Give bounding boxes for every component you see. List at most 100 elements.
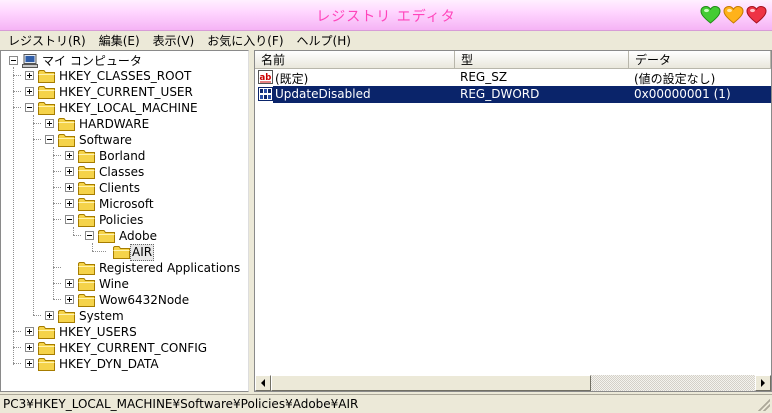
tree-label: Borland: [99, 148, 146, 163]
column-header-type[interactable]: 型: [455, 51, 629, 69]
computer-icon: [22, 54, 38, 68]
window-title: レジストリ エディタ: [316, 9, 456, 25]
expand-toggle[interactable]: [65, 167, 74, 176]
menu-bar: レジストリ(R) 編集(E) 表示(V) お気に入り(F) ヘルプ(H): [0, 31, 772, 50]
tree-item-classes[interactable]: Classes: [1, 164, 145, 180]
tree-label: HKEY_USERS: [59, 324, 137, 339]
folder-icon: [78, 262, 95, 275]
expand-toggle[interactable]: [65, 295, 74, 304]
scroll-left-button[interactable]: [255, 375, 271, 391]
horizontal-scrollbar[interactable]: [255, 375, 771, 391]
tree-item-hkey-users[interactable]: HKEY_USERS: [1, 324, 138, 340]
tree-label: HKEY_CURRENT_USER: [59, 84, 193, 99]
menu-help[interactable]: ヘルプ(H): [293, 32, 355, 49]
expand-toggle[interactable]: [65, 279, 74, 288]
folder-icon: [78, 198, 95, 211]
tree-label: Registered Applications: [99, 260, 241, 275]
tree-item-clients[interactable]: Clients: [1, 180, 141, 196]
tree-label: Wine: [99, 276, 129, 291]
expand-toggle[interactable]: [25, 343, 34, 352]
tree-label: Clients: [99, 180, 140, 195]
close-heart-icon[interactable]: [746, 5, 767, 25]
tree-item-software[interactable]: Software: [1, 132, 133, 148]
scroll-right-button[interactable]: [755, 375, 771, 391]
folder-icon: [58, 310, 75, 323]
binary-value-icon: [258, 87, 273, 101]
tree-label: Microsoft: [99, 196, 154, 211]
open-folder-icon: [98, 230, 115, 243]
string-value-icon: ab: [258, 70, 273, 84]
collapse-toggle[interactable]: [9, 56, 18, 65]
expand-toggle[interactable]: [45, 119, 54, 128]
key-tree[interactable]: マイ コンピュータ HKEY_CLASSES_ROOT HKEY_CURRENT…: [0, 50, 249, 392]
folder-icon: [78, 294, 95, 307]
folder-icon: [78, 166, 95, 179]
collapse-toggle[interactable]: [85, 231, 94, 240]
arrow-right-icon: [761, 379, 765, 387]
folder-icon: [38, 326, 55, 339]
collapse-toggle[interactable]: [45, 135, 54, 144]
folder-icon: [78, 278, 95, 291]
value-row[interactable]: ab (既定) REG_SZ (値の設定なし): [255, 69, 771, 86]
folder-icon: [78, 150, 95, 163]
expand-toggle[interactable]: [65, 183, 74, 192]
tree-label: HARDWARE: [79, 116, 150, 131]
tree-item-hkey-current-user[interactable]: HKEY_CURRENT_USER: [1, 84, 194, 100]
open-folder-icon: [38, 102, 55, 115]
maximize-heart-icon[interactable]: [723, 5, 744, 25]
minimize-heart-icon[interactable]: [700, 5, 721, 25]
column-header-name[interactable]: 名前: [255, 51, 455, 69]
value-data: 0x00000001 (1): [634, 87, 731, 101]
window-controls: [700, 5, 767, 25]
tree-item-wine[interactable]: Wine: [1, 276, 130, 292]
expand-toggle[interactable]: [65, 199, 74, 208]
tree-item-microsoft[interactable]: Microsoft: [1, 196, 155, 212]
folder-icon: [58, 118, 75, 131]
menu-edit[interactable]: 編集(E): [95, 32, 144, 49]
tree-label: HKEY_CLASSES_ROOT: [59, 68, 192, 83]
tree-label: HKEY_DYN_DATA: [59, 356, 159, 371]
tree-label: AIR: [130, 243, 155, 261]
tree-item-air[interactable]: AIR: [1, 243, 155, 261]
tree-item-hkey-local-machine[interactable]: HKEY_LOCAL_MACHINE: [1, 100, 199, 116]
resize-grip-icon[interactable]: [758, 399, 770, 411]
tree-item-hkey-current-config[interactable]: HKEY_CURRENT_CONFIG: [1, 340, 208, 356]
tree-item-borland[interactable]: Borland: [1, 148, 146, 164]
expand-toggle[interactable]: [45, 311, 54, 320]
open-folder-icon: [113, 246, 130, 259]
title-bar[interactable]: レジストリ エディタ: [0, 0, 772, 31]
collapse-toggle[interactable]: [25, 103, 34, 112]
scroll-thumb[interactable]: [271, 375, 591, 391]
tree-item-system[interactable]: System: [1, 308, 125, 324]
menu-view[interactable]: 表示(V): [149, 32, 199, 49]
value-list[interactable]: 名前 型 データ ab (既定) REG_SZ (値の設定なし) UpdateD…: [254, 50, 772, 392]
tree-item-hkey-classes-root[interactable]: HKEY_CLASSES_ROOT: [1, 68, 192, 84]
tree-label: Adobe: [119, 228, 157, 243]
tree-label: Policies: [99, 212, 144, 227]
tree-item-registered-applications[interactable]: Registered Applications: [1, 260, 241, 276]
value-row[interactable]: UpdateDisabled REG_DWORD 0x00000001 (1): [255, 86, 771, 103]
expand-toggle[interactable]: [25, 87, 34, 96]
status-bar: PC3¥HKEY_LOCAL_MACHINE¥Software¥Policies…: [0, 394, 772, 413]
tree-item-policies[interactable]: Policies: [1, 212, 144, 228]
column-header-data[interactable]: データ: [629, 51, 771, 69]
expand-toggle[interactable]: [25, 327, 34, 336]
collapse-toggle[interactable]: [65, 215, 74, 224]
menu-registry[interactable]: レジストリ(R): [4, 32, 90, 49]
value-type: REG_SZ: [460, 70, 508, 84]
tree-item-wow6432node[interactable]: Wow6432Node: [1, 292, 190, 308]
menu-favorites[interactable]: お気に入り(F): [203, 32, 287, 49]
tree-label: HKEY_LOCAL_MACHINE: [59, 100, 198, 115]
tree-item-my-computer[interactable]: マイ コンピュータ: [4, 53, 143, 69]
expand-toggle[interactable]: [25, 71, 34, 80]
value-data: (値の設定なし): [634, 72, 716, 86]
expand-toggle[interactable]: [65, 151, 74, 160]
folder-icon: [38, 358, 55, 371]
tree-label: Wow6432Node: [99, 292, 190, 307]
expand-toggle[interactable]: [25, 359, 34, 368]
tree-item-hardware[interactable]: HARDWARE: [1, 116, 150, 132]
tree-item-adobe[interactable]: Adobe: [1, 228, 158, 244]
tree-item-hkey-dyn-data[interactable]: HKEY_DYN_DATA: [1, 356, 160, 372]
tree-label: Classes: [99, 164, 145, 179]
folder-icon: [78, 182, 95, 195]
